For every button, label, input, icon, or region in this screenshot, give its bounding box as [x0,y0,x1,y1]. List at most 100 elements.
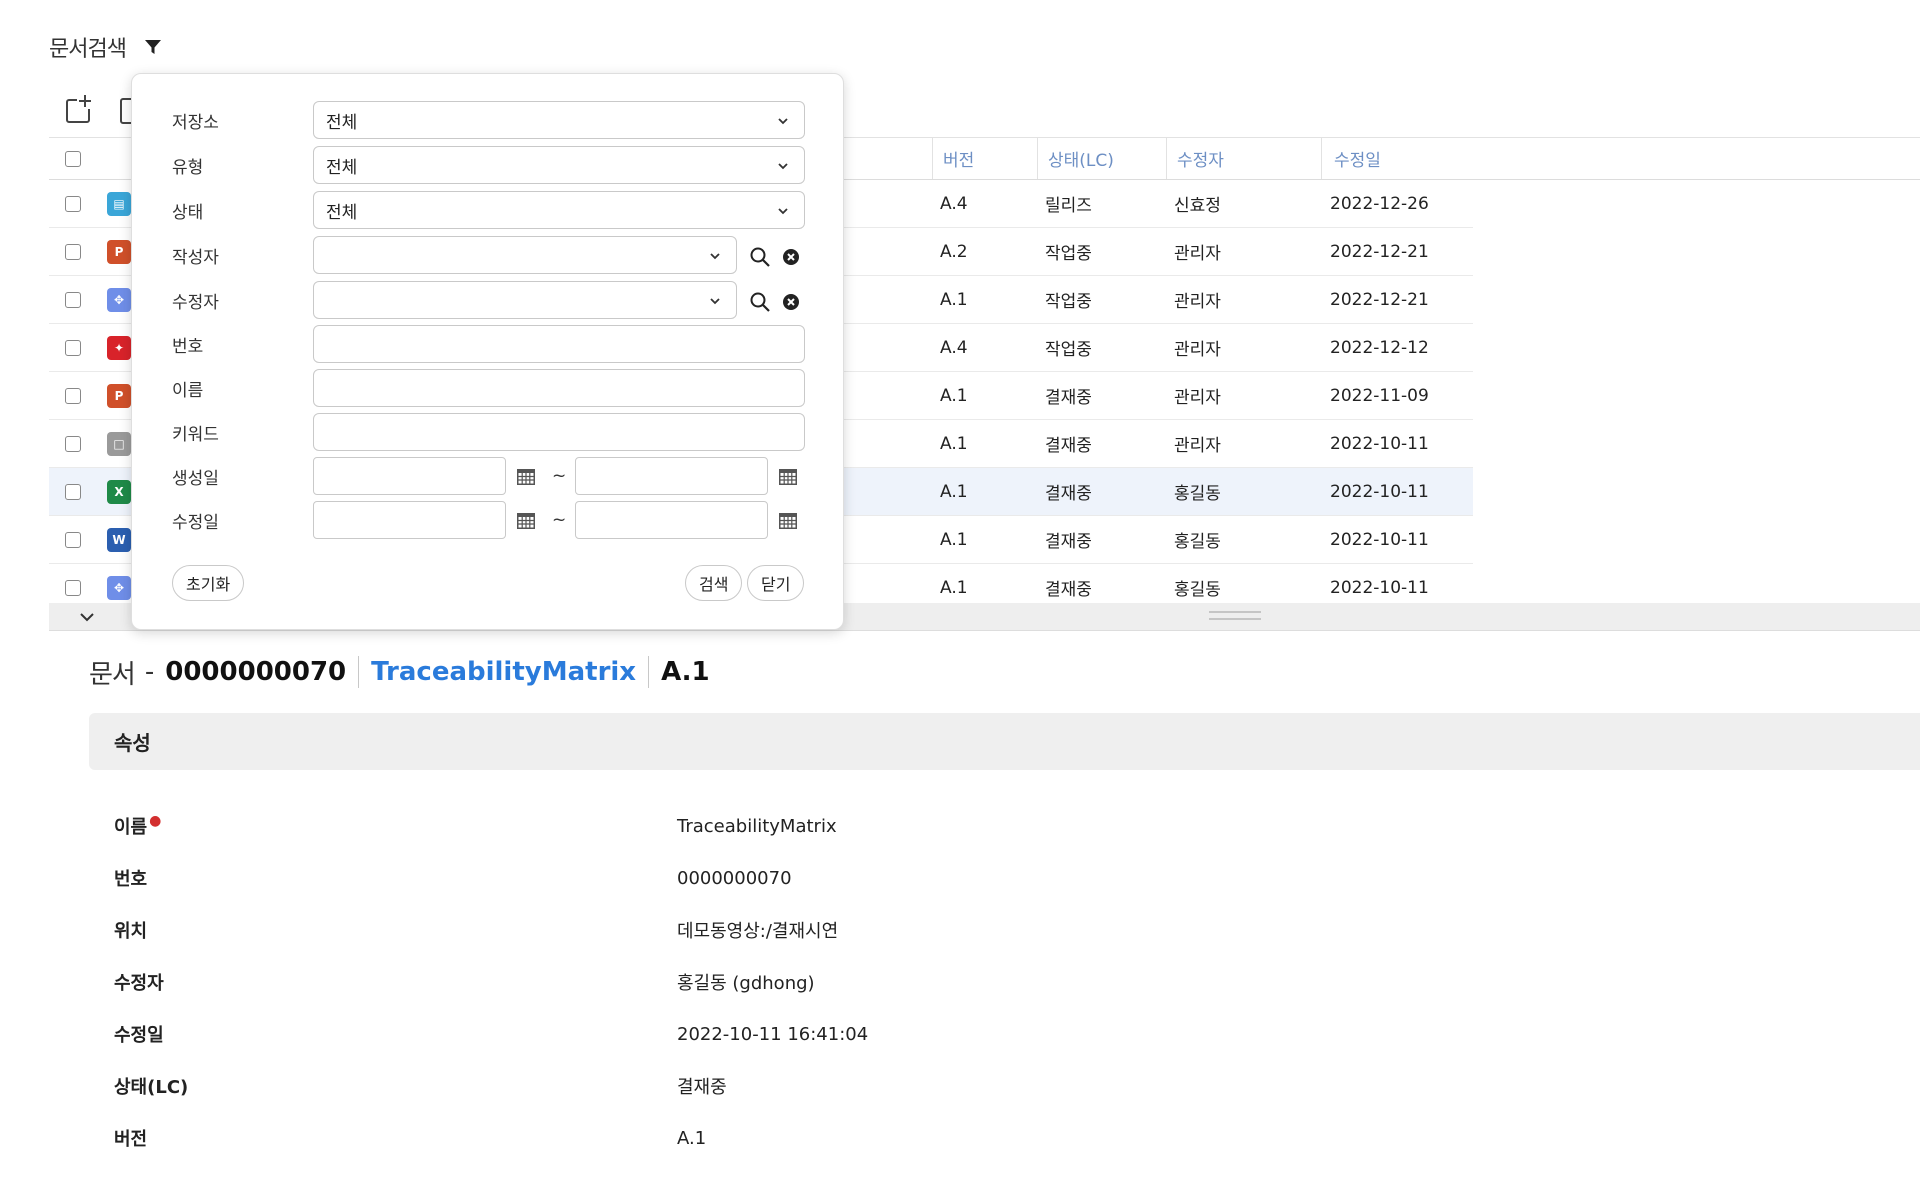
repository-select[interactable]: 전체 [313,101,805,139]
detail-title: 문서 - 0000000070 TraceabilityMatrix A.1 [89,652,710,692]
page-title: 문서검색 [49,37,127,62]
row-modified-date: 2022-12-21 [1330,289,1429,310]
property-label-text: 위치 [114,921,148,942]
pdf-icon: ✦ [107,335,131,360]
row-state: 결재중 [1045,532,1092,552]
created-from-input[interactable] [313,457,506,495]
column-header-modifier[interactable]: 수정자 [1166,138,1321,179]
name-label: 이름 [172,380,204,401]
row-state: 결재중 [1045,436,1092,456]
row-version: A.1 [940,481,968,502]
search-icon[interactable] [749,291,771,313]
detail-type-label: 문서 [89,659,136,690]
modified-label: 수정일 [172,512,219,533]
new-document-button[interactable] [62,92,96,126]
author-select[interactable] [313,236,737,274]
select-all-checkbox[interactable] [65,150,81,167]
author-label: 작성자 [172,247,219,268]
row-modified-date: 2022-12-21 [1330,241,1429,262]
detail-dash: - [144,657,154,687]
page-header: 문서검색 [49,30,164,64]
row-checkbox[interactable] [65,387,81,404]
search-button[interactable]: 검색 [685,565,743,601]
row-select-cell [65,372,81,419]
row-type-cell: ✥ [107,276,131,323]
repository-label: 저장소 [172,112,219,133]
row-modifier: 관리자 [1174,292,1221,312]
word-icon: W [107,527,131,552]
row-checkbox[interactable] [65,195,81,212]
row-modifier: 관리자 [1174,388,1221,408]
close-button[interactable]: 닫기 [747,565,805,601]
row-modified-date: 2022-11-09 [1330,385,1429,406]
filter-row-modifier: 수정자 [132,281,843,319]
created-label: 생성일 [172,468,219,489]
state-value: 전체 [326,202,358,223]
filter-row-number: 번호 [132,325,843,363]
created-to-input[interactable] [575,457,768,495]
chevron-down-icon [710,298,720,305]
state-select[interactable]: 전체 [313,191,805,229]
filter-row-name: 이름 [132,369,843,407]
property-label: 위치 [114,917,147,943]
search-icon[interactable] [749,246,771,268]
row-checkbox[interactable] [65,435,81,452]
row-select-cell [65,468,81,515]
repository-value: 전체 [326,112,358,133]
property-label: 버전 [114,1125,147,1151]
chevron-down-icon [80,613,94,622]
filter-row-repository: 저장소 전체 [132,101,843,139]
row-checkbox[interactable] [65,579,81,596]
row-type-cell: P [107,228,131,275]
row-version: A.1 [940,529,968,550]
clear-icon[interactable] [782,248,800,266]
resize-handle[interactable] [1209,611,1261,620]
row-state: 결재중 [1045,484,1092,504]
row-select-cell [65,324,81,371]
type-select[interactable]: 전체 [313,146,805,184]
property-label-text: 수정자 [114,973,164,994]
property-value: 0000000070 [677,867,792,889]
clear-icon[interactable] [782,293,800,311]
modifier-select[interactable] [313,281,737,319]
row-checkbox[interactable] [65,483,81,500]
column-header-state[interactable]: 상태(LC) [1037,138,1166,179]
detail-version: A.1 [661,657,710,687]
keyword-label: 키워드 [172,424,219,445]
properties-section-header[interactable]: 속성 [89,713,1920,770]
modified-from-input[interactable] [313,501,506,539]
row-checkbox[interactable] [65,291,81,308]
diagram-icon: ✥ [107,575,131,600]
row-state: 작업중 [1045,244,1092,264]
row-version: A.2 [940,241,968,262]
name-input[interactable] [313,369,805,407]
number-input[interactable] [313,325,805,363]
filter-row-state: 상태 전체 [132,191,843,229]
row-checkbox[interactable] [65,243,81,260]
row-type-cell: X [107,468,131,515]
diagram-icon: ✥ [107,287,131,312]
calendar-icon[interactable] [516,510,536,530]
property-label-text: 이름 [114,817,148,838]
row-checkbox[interactable] [65,339,81,356]
modified-range-separator: ~ [552,510,567,530]
column-header-version[interactable]: 버전 [932,138,1037,179]
calendar-icon[interactable] [516,466,536,486]
row-modifier: 관리자 [1174,340,1221,360]
column-header-modified[interactable]: 수정일 [1321,138,1920,179]
collapse-button[interactable] [77,607,97,627]
property-value: 2022-10-11 16:41:04 [677,1023,869,1045]
file-generic-icon: □ [107,431,131,456]
filter-icon[interactable] [142,36,164,58]
keyword-input[interactable] [313,413,805,451]
reset-button[interactable]: 초기화 [172,565,245,601]
row-modified-date: 2022-10-11 [1330,433,1429,454]
modifier-label: 수정자 [172,292,219,313]
row-state: 작업중 [1045,292,1092,312]
property-label-text: 상태(LC) [114,1077,189,1098]
property-label: 수정일 [114,1021,164,1047]
modified-to-input[interactable] [575,501,768,539]
calendar-icon[interactable] [778,466,798,486]
calendar-icon[interactable] [778,510,798,530]
row-checkbox[interactable] [65,531,81,548]
